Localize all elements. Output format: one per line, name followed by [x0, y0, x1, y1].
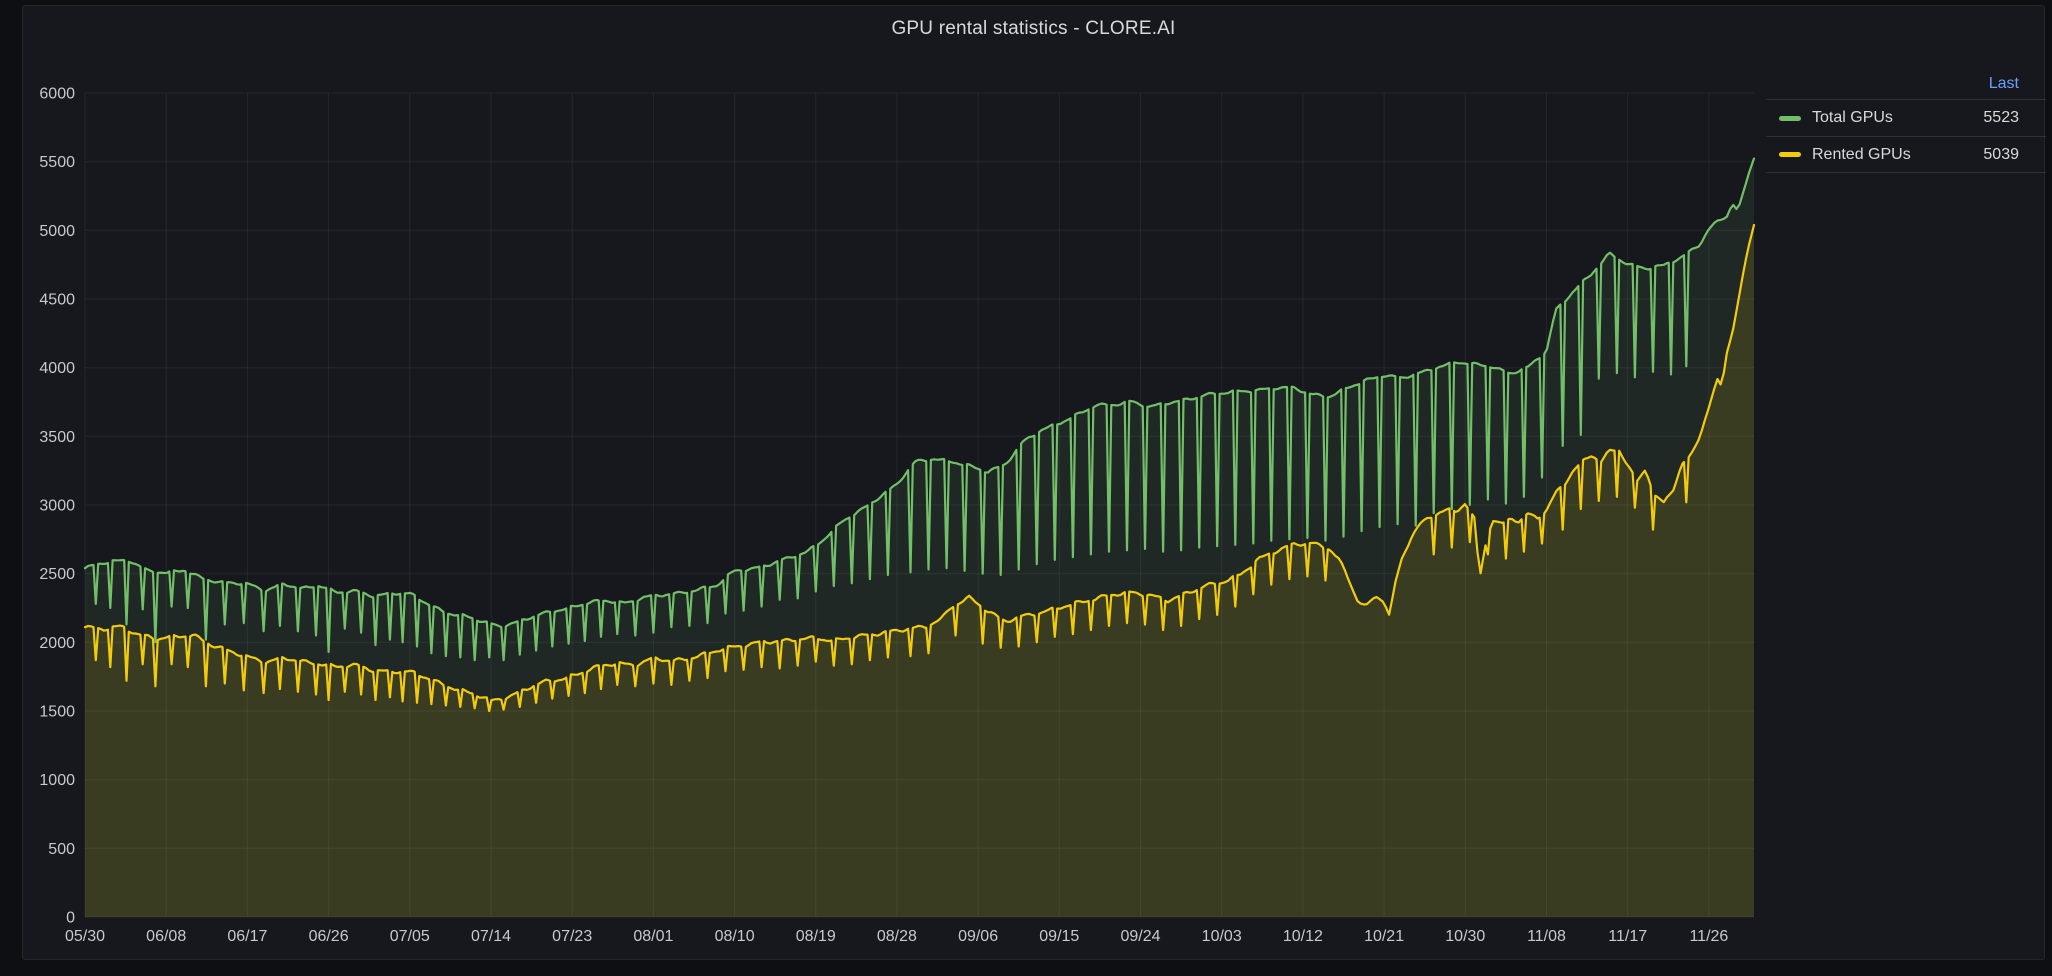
- y-tick-label: 3000: [39, 498, 75, 515]
- legend-column-last: Last: [1989, 75, 2019, 93]
- series-label-total-gpus: Total GPUs: [1812, 109, 1893, 127]
- x-tick-label: 07/05: [390, 928, 430, 945]
- x-tick-label: 11/08: [1527, 928, 1566, 945]
- x-tick-label: 08/01: [633, 928, 673, 945]
- y-tick-label: 1500: [39, 704, 75, 721]
- x-tick-label: 06/08: [146, 928, 186, 945]
- x-tick-label: 09/24: [1120, 928, 1160, 945]
- y-tick-label: 2000: [39, 635, 75, 652]
- x-tick-label: 07/23: [552, 928, 592, 945]
- legend: Last Total GPUs 5523 Rented GPUs 5039: [1766, 69, 2046, 173]
- series-last-rented-gpus: 5039: [1983, 146, 2019, 164]
- legend-row-rented-gpus[interactable]: Rented GPUs 5039: [1766, 136, 2046, 173]
- x-tick-label: 08/10: [715, 928, 755, 945]
- x-tick-label: 07/14: [471, 928, 511, 945]
- y-tick-label: 5000: [39, 223, 75, 240]
- y-tick-label: 5500: [39, 154, 75, 171]
- grafana-dashboard: 0 500 1000 1500 2000 2500 3000 3500 4000 4500 5000…: [0, 0, 2052, 976]
- legend-row-total-gpus[interactable]: Total GPUs 5523: [1766, 99, 2046, 136]
- x-tick-label: 10/21: [1364, 928, 1404, 945]
- gpu-stats-panel: 0 500 1000 1500 2000 2500 3000 3500 4000 4500 5000…: [22, 5, 2045, 960]
- x-tick-label: 05/30: [65, 928, 105, 945]
- y-tick-label: 500: [48, 841, 75, 858]
- x-tick-label: 08/19: [796, 928, 836, 945]
- x-tick-label: 11/26: [1689, 928, 1728, 945]
- y-tick-label: 6000: [39, 86, 75, 103]
- y-tick-label: 3500: [39, 429, 75, 446]
- x-tick-label: 11/17: [1608, 928, 1647, 945]
- y-tick-label: 4500: [39, 292, 75, 309]
- rented-gpus-swatch-icon: [1779, 152, 1801, 157]
- y-tick-label: 0: [66, 910, 75, 927]
- x-tick-label: 10/30: [1445, 928, 1485, 945]
- total-gpus-swatch-icon: [1779, 116, 1801, 121]
- legend-header-row: Last: [1766, 69, 2046, 99]
- x-tick-label: 08/28: [877, 928, 917, 945]
- x-tick-label: 09/06: [958, 928, 998, 945]
- x-tick-label: 06/26: [309, 928, 349, 945]
- y-tick-label: 4000: [39, 360, 75, 377]
- y-tick-label: 2500: [39, 566, 75, 583]
- x-tick-label: 09/15: [1039, 928, 1079, 945]
- y-tick-label: 1000: [39, 772, 75, 789]
- x-tick-label: 10/03: [1202, 928, 1242, 945]
- time-series-plot[interactable]: 0 500 1000 1500 2000 2500 3000 3500 4000 4500 5000…: [23, 6, 2046, 961]
- x-tick-label: 06/17: [227, 928, 267, 945]
- series-last-total-gpus: 5523: [1983, 109, 2019, 127]
- series-label-rented-gpus: Rented GPUs: [1812, 146, 1911, 164]
- x-tick-label: 10/12: [1283, 928, 1323, 945]
- panel-title: GPU rental statistics - CLORE.AI: [23, 18, 2044, 40]
